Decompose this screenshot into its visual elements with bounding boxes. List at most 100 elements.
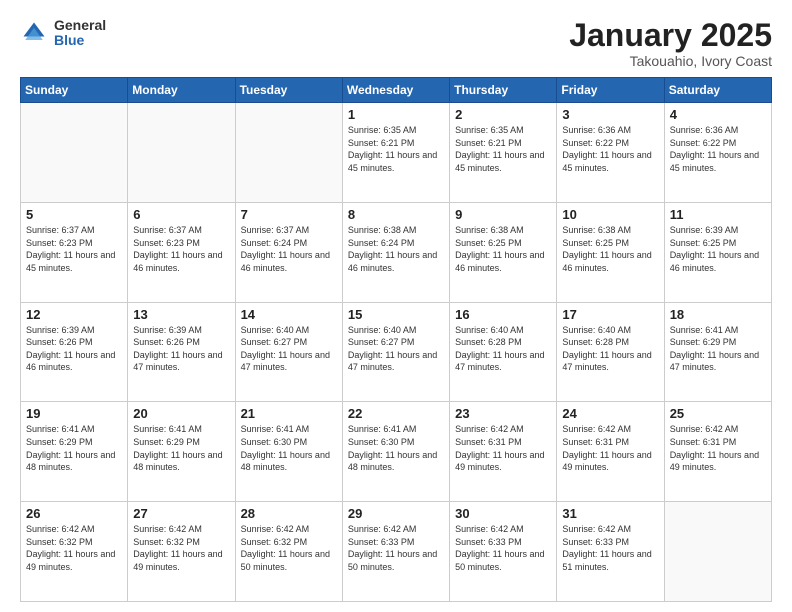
calendar-week-row: 19 Sunrise: 6:41 AM Sunset: 6:29 PM Dayli… [21,402,772,502]
day-number: 4 [670,107,766,122]
calendar-week-row: 1Sunrise: 6:35 AM Sunset: 6:21 PM Daylig… [21,103,772,203]
day-number: 6 [133,207,229,222]
day-number: 20 [133,406,229,421]
day-info: Sunrise: 6:42 AM Sunset: 6:33 PM Dayligh… [455,523,551,573]
day-number: 17 [562,307,658,322]
calendar-cell: 6Sunrise: 6:37 AM Sunset: 6:23 PM Daylig… [128,202,235,302]
logo-icon [20,19,48,47]
calendar-cell [128,103,235,203]
calendar-cell: 19 Sunrise: 6:41 AM Sunset: 6:29 PM Dayli… [21,402,128,502]
day-number: 13 [133,307,229,322]
calendar-cell: 13 Sunrise: 6:39 AM Sunset: 6:26 PM Dayli… [128,302,235,402]
month-title: January 2025 [569,18,772,53]
calendar-cell: 27 Sunrise: 6:42 AM Sunset: 6:32 PM Dayli… [128,502,235,602]
day-number: 2 [455,107,551,122]
calendar-week-row: 5 Sunrise: 6:37 AM Sunset: 6:23 PM Daylig… [21,202,772,302]
calendar-week-row: 26Sunrise: 6:42 AM Sunset: 6:32 PM Dayli… [21,502,772,602]
calendar-table: Sunday Monday Tuesday Wednesday Thursday… [20,77,772,602]
day-number: 25 [670,406,766,421]
calendar-cell: 14 Sunrise: 6:40 AM Sunset: 6:27 PM Dayli… [235,302,342,402]
day-number: 29 [348,506,444,521]
day-info: Sunrise: 6:38 AM Sunset: 6:25 PM Dayligh… [455,224,551,274]
day-info: Sunrise: 6:41 AM Sunset: 6:29 PM Dayligh… [26,423,122,473]
calendar-cell: 8Sunrise: 6:38 AM Sunset: 6:24 PM Daylig… [342,202,449,302]
day-info: Sunrise: 6:41 AM Sunset: 6:30 PM Dayligh… [348,423,444,473]
location-subtitle: Takouahio, Ivory Coast [569,53,772,69]
col-tuesday: Tuesday [235,78,342,103]
calendar-cell: 16Sunrise: 6:40 AM Sunset: 6:28 PM Dayli… [450,302,557,402]
day-info: Sunrise: 6:42 AM Sunset: 6:32 PM Dayligh… [241,523,337,573]
calendar-cell: 18 Sunrise: 6:41 AM Sunset: 6:29 PM Dayli… [664,302,771,402]
calendar-cell: 31Sunrise: 6:42 AM Sunset: 6:33 PM Dayli… [557,502,664,602]
day-number: 9 [455,207,551,222]
calendar-cell: 21 Sunrise: 6:41 AM Sunset: 6:30 PM Dayli… [235,402,342,502]
day-info: Sunrise: 6:41 AM Sunset: 6:29 PM Dayligh… [670,324,766,374]
logo-general-label: General [54,18,106,33]
calendar-cell: 7 Sunrise: 6:37 AM Sunset: 6:24 PM Daylig… [235,202,342,302]
calendar-cell: 28Sunrise: 6:42 AM Sunset: 6:32 PM Dayli… [235,502,342,602]
day-info: Sunrise: 6:42 AM Sunset: 6:32 PM Dayligh… [133,523,229,573]
day-info: Sunrise: 6:42 AM Sunset: 6:32 PM Dayligh… [26,523,122,573]
day-info: Sunrise: 6:40 AM Sunset: 6:28 PM Dayligh… [562,324,658,374]
calendar-cell [664,502,771,602]
col-sunday: Sunday [21,78,128,103]
col-thursday: Thursday [450,78,557,103]
day-info: Sunrise: 6:35 AM Sunset: 6:21 PM Dayligh… [455,124,551,174]
col-monday: Monday [128,78,235,103]
day-number: 15 [348,307,444,322]
day-number: 7 [241,207,337,222]
calendar-week-row: 12 Sunrise: 6:39 AM Sunset: 6:26 PM Dayli… [21,302,772,402]
day-info: Sunrise: 6:42 AM Sunset: 6:31 PM Dayligh… [670,423,766,473]
day-info: Sunrise: 6:40 AM Sunset: 6:27 PM Dayligh… [348,324,444,374]
calendar-cell: 12 Sunrise: 6:39 AM Sunset: 6:26 PM Dayli… [21,302,128,402]
calendar-cell: 1Sunrise: 6:35 AM Sunset: 6:21 PM Daylig… [342,103,449,203]
calendar-cell: 30 Sunrise: 6:42 AM Sunset: 6:33 PM Dayli… [450,502,557,602]
day-number: 19 [26,406,122,421]
day-number: 27 [133,506,229,521]
day-info: Sunrise: 6:42 AM Sunset: 6:33 PM Dayligh… [348,523,444,573]
calendar-cell: 2 Sunrise: 6:35 AM Sunset: 6:21 PM Daylig… [450,103,557,203]
col-friday: Friday [557,78,664,103]
day-info: Sunrise: 6:38 AM Sunset: 6:25 PM Dayligh… [562,224,658,274]
day-info: Sunrise: 6:42 AM Sunset: 6:31 PM Dayligh… [455,423,551,473]
day-number: 18 [670,307,766,322]
calendar-cell: 10 Sunrise: 6:38 AM Sunset: 6:25 PM Dayli… [557,202,664,302]
day-info: Sunrise: 6:42 AM Sunset: 6:31 PM Dayligh… [562,423,658,473]
title-block: January 2025 Takouahio, Ivory Coast [569,18,772,69]
calendar-cell: 22Sunrise: 6:41 AM Sunset: 6:30 PM Dayli… [342,402,449,502]
calendar-cell: 3Sunrise: 6:36 AM Sunset: 6:22 PM Daylig… [557,103,664,203]
calendar-cell: 20 Sunrise: 6:41 AM Sunset: 6:29 PM Dayli… [128,402,235,502]
day-info: Sunrise: 6:37 AM Sunset: 6:23 PM Dayligh… [26,224,122,274]
page: General Blue January 2025 Takouahio, Ivo… [0,0,792,612]
day-number: 21 [241,406,337,421]
day-number: 30 [455,506,551,521]
calendar-cell: 17 Sunrise: 6:40 AM Sunset: 6:28 PM Dayli… [557,302,664,402]
day-number: 8 [348,207,444,222]
day-number: 24 [562,406,658,421]
day-info: Sunrise: 6:40 AM Sunset: 6:27 PM Dayligh… [241,324,337,374]
day-info: Sunrise: 6:37 AM Sunset: 6:24 PM Dayligh… [241,224,337,274]
calendar-cell: 15 Sunrise: 6:40 AM Sunset: 6:27 PM Dayli… [342,302,449,402]
day-info: Sunrise: 6:41 AM Sunset: 6:29 PM Dayligh… [133,423,229,473]
header: General Blue January 2025 Takouahio, Ivo… [20,18,772,69]
calendar-cell: 11Sunrise: 6:39 AM Sunset: 6:25 PM Dayli… [664,202,771,302]
calendar-cell: 5 Sunrise: 6:37 AM Sunset: 6:23 PM Daylig… [21,202,128,302]
calendar-cell: 24 Sunrise: 6:42 AM Sunset: 6:31 PM Dayli… [557,402,664,502]
calendar-cell: 26Sunrise: 6:42 AM Sunset: 6:32 PM Dayli… [21,502,128,602]
day-number: 31 [562,506,658,521]
calendar-cell: 29 Sunrise: 6:42 AM Sunset: 6:33 PM Dayli… [342,502,449,602]
day-info: Sunrise: 6:39 AM Sunset: 6:26 PM Dayligh… [26,324,122,374]
col-saturday: Saturday [664,78,771,103]
col-wednesday: Wednesday [342,78,449,103]
calendar-cell: 4Sunrise: 6:36 AM Sunset: 6:22 PM Daylig… [664,103,771,203]
day-info: Sunrise: 6:41 AM Sunset: 6:30 PM Dayligh… [241,423,337,473]
logo: General Blue [20,18,106,49]
calendar-cell: 23Sunrise: 6:42 AM Sunset: 6:31 PM Dayli… [450,402,557,502]
logo-blue-label: Blue [54,33,106,48]
day-info: Sunrise: 6:39 AM Sunset: 6:26 PM Dayligh… [133,324,229,374]
day-number: 14 [241,307,337,322]
day-number: 12 [26,307,122,322]
day-number: 10 [562,207,658,222]
calendar-cell: 25 Sunrise: 6:42 AM Sunset: 6:31 PM Dayli… [664,402,771,502]
day-number: 5 [26,207,122,222]
